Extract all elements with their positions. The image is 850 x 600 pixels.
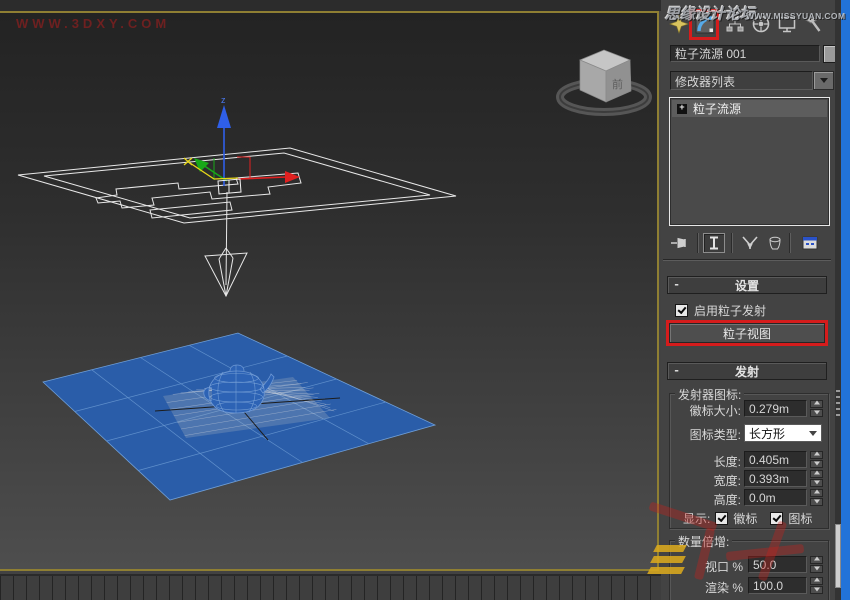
stack-item-label: 粒子流源 bbox=[693, 100, 741, 117]
height-field[interactable] bbox=[744, 489, 807, 506]
height-spinner[interactable] bbox=[810, 489, 823, 507]
tab-hierarchy[interactable] bbox=[723, 12, 747, 36]
settings-rollout-header[interactable]: - 设置 bbox=[667, 276, 827, 294]
configure-modifier-sets-icon bbox=[801, 235, 819, 251]
render-percent-spinner[interactable] bbox=[810, 577, 823, 595]
icon-type-label: 图标类型: bbox=[667, 426, 741, 443]
pf-source-object[interactable] bbox=[18, 148, 456, 296]
viewport-percent-spinner[interactable] bbox=[810, 556, 823, 574]
panel-resize-grip[interactable] bbox=[836, 390, 840, 416]
viewport-percent-field[interactable] bbox=[748, 556, 807, 573]
logo-size-label: 徽标大小: bbox=[667, 402, 741, 419]
pin-stack-icon bbox=[670, 235, 690, 251]
show-end-result-button[interactable] bbox=[703, 233, 725, 253]
viewport-top-strip bbox=[0, 0, 661, 11]
track-bar[interactable] bbox=[0, 574, 661, 600]
height-label: 高度: bbox=[667, 491, 741, 508]
tab-create[interactable] bbox=[667, 12, 691, 36]
gizmo-plane-handle[interactable] bbox=[184, 158, 238, 179]
viewport-percent-label: 视口 % bbox=[681, 558, 743, 575]
display-logo-label: 徽标 bbox=[733, 510, 757, 527]
panel-divider bbox=[663, 259, 831, 261]
object-name-field[interactable] bbox=[670, 45, 820, 62]
show-end-result-icon bbox=[706, 235, 722, 251]
particle-view-highlight: 粒子视图 bbox=[666, 320, 828, 346]
enable-emission-checkbox[interactable] bbox=[675, 304, 688, 317]
display-row: 显示: 徽标 图标 bbox=[683, 510, 812, 527]
command-panel: 修改器列表 + 粒子流源 bbox=[661, 0, 835, 600]
render-percent-field[interactable] bbox=[748, 577, 807, 594]
toolbar-separator bbox=[697, 233, 698, 253]
remove-modifier-button[interactable] bbox=[764, 233, 786, 253]
motion-icon bbox=[751, 14, 771, 34]
pin-stack-button[interactable] bbox=[669, 233, 691, 253]
utilities-icon bbox=[803, 14, 823, 34]
viewport-scene: z 前 bbox=[0, 13, 659, 569]
icon-type-value: 长方形 bbox=[749, 425, 785, 442]
viewcube-front-face-label: 前 bbox=[612, 77, 623, 91]
logo-size-field[interactable] bbox=[744, 400, 807, 417]
right-edge-strip bbox=[841, 0, 850, 600]
transform-gizmo[interactable]: z bbox=[184, 95, 300, 194]
expand-icon[interactable]: + bbox=[677, 104, 687, 114]
display-icon bbox=[777, 14, 797, 34]
icon-type-dropdown[interactable]: 长方形 bbox=[744, 424, 822, 442]
length-label: 长度: bbox=[667, 453, 741, 470]
remove-modifier-icon bbox=[767, 235, 783, 251]
gizmo-z-label: z bbox=[221, 95, 226, 105]
toolbar-separator bbox=[731, 233, 732, 253]
emission-rollout-title: 发射 bbox=[668, 363, 826, 380]
enable-emission-row: 启用粒子发射 bbox=[675, 302, 766, 319]
enable-emission-label: 启用粒子发射 bbox=[694, 302, 766, 319]
length-field[interactable] bbox=[744, 451, 807, 468]
watermark-3dxy: WWW.3DXY.COM bbox=[16, 16, 170, 31]
display-icon-label: 图标 bbox=[788, 510, 812, 527]
width-spinner[interactable] bbox=[810, 470, 823, 488]
tab-display[interactable] bbox=[775, 12, 799, 36]
modifier-list-dropdown-button[interactable] bbox=[813, 71, 834, 90]
logo-size-spinner[interactable] bbox=[810, 400, 823, 418]
modify-tab-highlight bbox=[689, 9, 719, 40]
display-logo-checkbox[interactable] bbox=[715, 512, 728, 525]
make-unique-icon bbox=[740, 235, 760, 251]
chevron-down-icon bbox=[820, 78, 828, 87]
hierarchy-icon bbox=[725, 14, 745, 34]
3dsmax-window: z 前 bbox=[0, 0, 850, 600]
stack-item-pf-source[interactable]: + 粒子流源 bbox=[672, 100, 827, 117]
quantity-multiplier-group-label: 数量倍增: bbox=[675, 533, 732, 550]
modifier-list-dropdown[interactable]: 修改器列表 bbox=[670, 71, 813, 90]
viewcube[interactable]: 前 bbox=[560, 50, 648, 112]
display-icon-checkbox[interactable] bbox=[770, 512, 783, 525]
settings-rollout-title: 设置 bbox=[668, 277, 826, 294]
create-icon bbox=[669, 14, 689, 34]
display-label: 显示: bbox=[683, 510, 710, 527]
chevron-down-icon bbox=[809, 431, 817, 440]
width-label: 宽度: bbox=[667, 472, 741, 489]
width-field[interactable] bbox=[744, 470, 807, 487]
emitter-icon-group-label: 发射器图标: bbox=[675, 386, 744, 403]
make-unique-button[interactable] bbox=[739, 233, 761, 253]
emission-arrow bbox=[205, 192, 247, 296]
tab-utilities[interactable] bbox=[801, 12, 825, 36]
render-percent-label: 渲染 % bbox=[681, 579, 743, 596]
modifier-stack-list[interactable]: + 粒子流源 bbox=[669, 97, 830, 226]
particle-view-button[interactable]: 粒子视图 bbox=[669, 323, 825, 343]
emission-rollout-header[interactable]: - 发射 bbox=[667, 362, 827, 380]
length-spinner[interactable] bbox=[810, 451, 823, 469]
configure-modifier-sets-button[interactable] bbox=[799, 233, 821, 253]
toolbar-separator bbox=[789, 233, 790, 253]
gizmo-z-arrow[interactable] bbox=[217, 105, 231, 128]
tab-motion[interactable] bbox=[749, 12, 773, 36]
